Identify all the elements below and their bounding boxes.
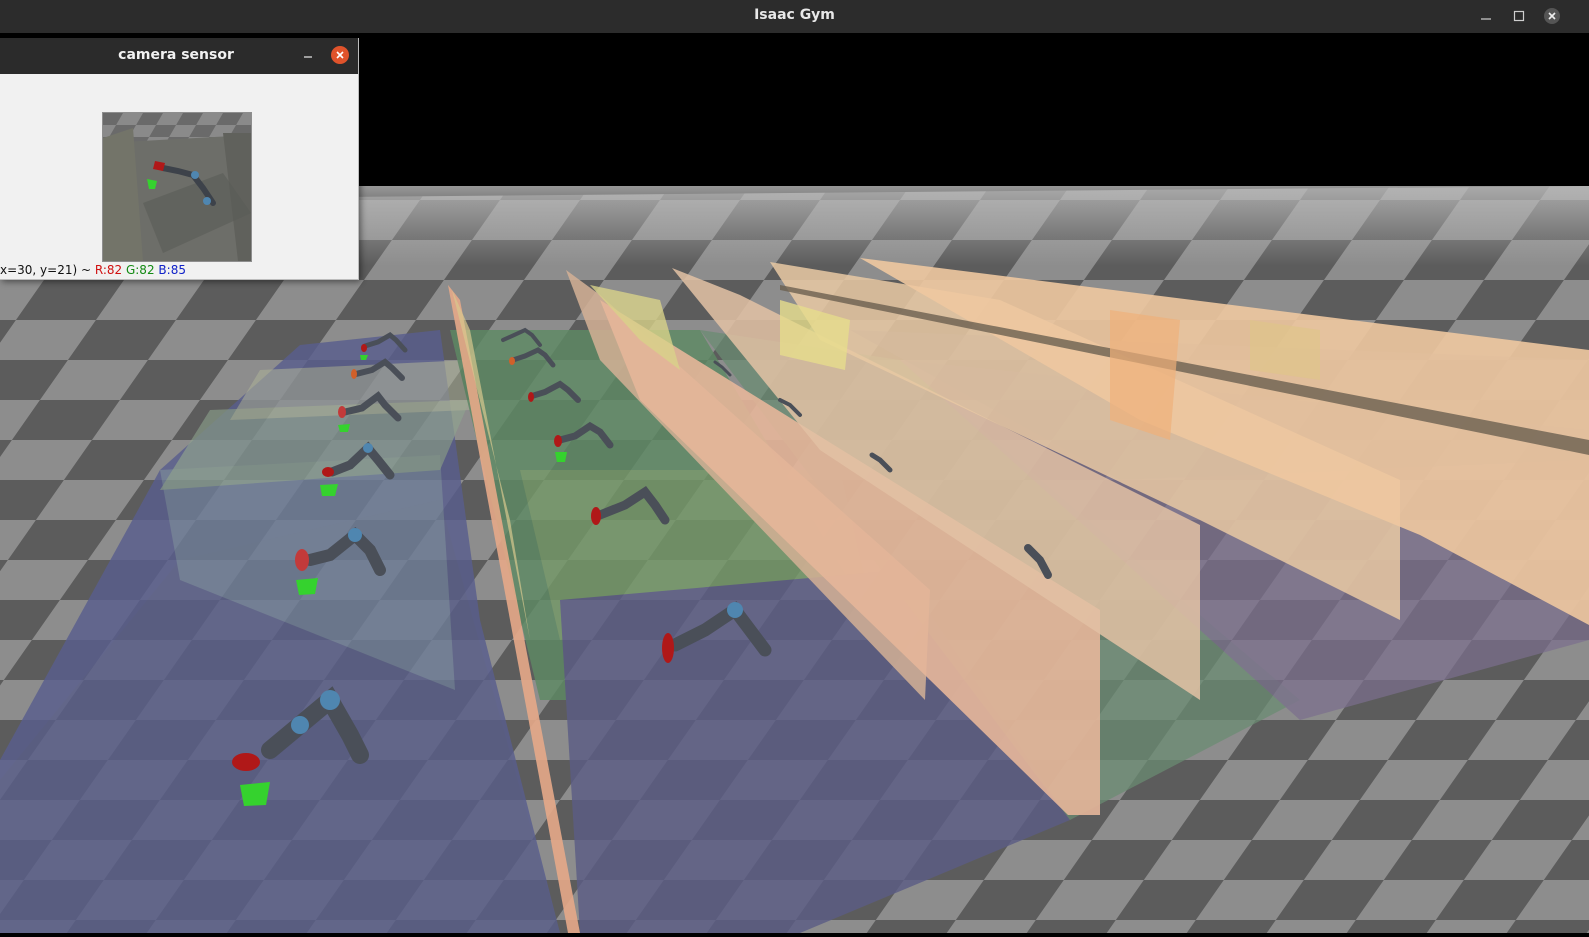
camera-close-button[interactable] [331, 46, 349, 64]
window-title: Isaac Gym [754, 7, 835, 23]
close-icon [1544, 8, 1560, 24]
pixel-readout: x=30, y=21) ~ R:82 G:82 B:85 [0, 262, 358, 278]
maximize-button[interactable] [1509, 6, 1529, 26]
camera-preview-scene [103, 113, 251, 261]
minimize-icon [304, 56, 312, 58]
camera-minimize-button[interactable] [299, 46, 317, 64]
pixel-red-value: R:82 [94, 263, 123, 277]
close-icon [336, 51, 344, 59]
camera-sensor-window: camera sensor x=30, y=21) ~ R:82 G:82 B:… [0, 38, 359, 280]
pixel-green-value: G:82 [125, 263, 155, 277]
camera-window-titlebar[interactable]: camera sensor [0, 38, 358, 74]
maximize-icon [1513, 10, 1525, 22]
pixel-coords: x=30, y=21) ~ [0, 263, 92, 277]
camera-preview-image[interactable] [102, 112, 252, 262]
window-titlebar: Isaac Gym [0, 0, 1589, 33]
minimize-icon [1481, 18, 1491, 20]
pixel-blue-value: B:85 [158, 263, 186, 277]
minimize-button[interactable] [1476, 6, 1496, 26]
close-button[interactable] [1542, 6, 1562, 26]
